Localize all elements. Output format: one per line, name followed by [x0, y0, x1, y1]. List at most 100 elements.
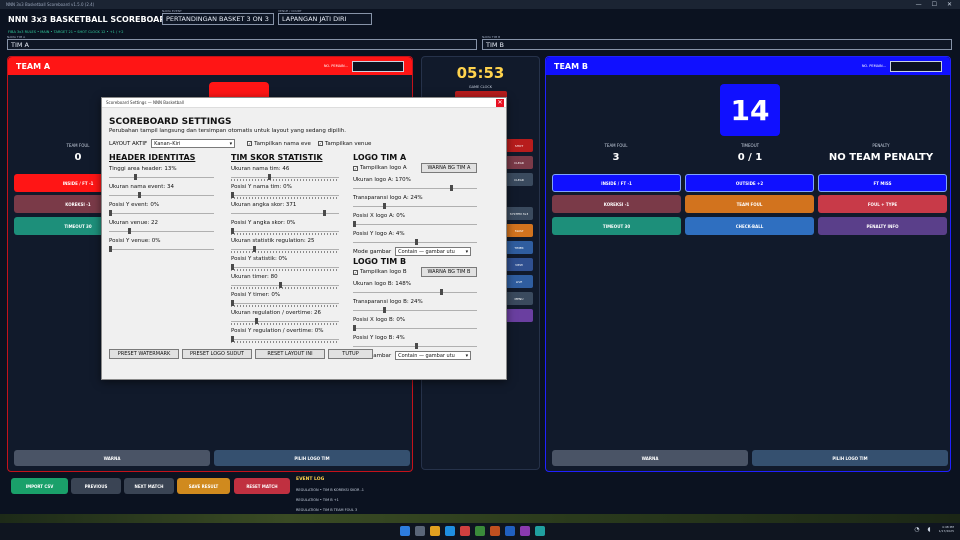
- reset-layout-button[interactable]: RESET LAYOUT INI: [255, 349, 325, 359]
- event-input[interactable]: PERTANDINGAN BASKET 3 ON 3: [162, 13, 274, 25]
- app-icon[interactable]: [505, 526, 515, 536]
- app-icon[interactable]: [520, 526, 530, 536]
- mid-button-menu[interactable]: MENU: [505, 292, 533, 305]
- tray-clock[interactable]: 4:48 PM 1/17/2025: [939, 525, 954, 533]
- slider-field: Posisi Y timer: 0%: [231, 292, 339, 307]
- maximize-button[interactable]: ☐: [932, 1, 937, 8]
- layout-label: LAYOUT AKTIF: [109, 140, 148, 147]
- team-b-inside-button[interactable]: INSIDE / FT -1: [552, 174, 681, 192]
- search-icon[interactable]: [415, 526, 425, 536]
- logo-b-color-button[interactable]: WARNA BG TIM B: [421, 267, 477, 277]
- mid-button-view[interactable]: VIEW: [505, 258, 533, 271]
- app-icon[interactable]: [490, 526, 500, 536]
- team-a-warna-button[interactable]: WARNA: [14, 450, 210, 466]
- mid-button-extra[interactable]: [505, 309, 533, 322]
- slider[interactable]: [109, 228, 214, 234]
- slider[interactable]: [231, 246, 339, 253]
- slider[interactable]: [231, 318, 339, 325]
- edge-icon[interactable]: [445, 526, 455, 536]
- slider-label: Posisi Y nama tim: 0%: [231, 184, 292, 190]
- dialog-close-icon[interactable]: ✕: [496, 98, 504, 107]
- slider[interactable]: [353, 239, 477, 245]
- slider[interactable]: [353, 221, 477, 227]
- mid-button-clear-2[interactable]: CLEAR: [505, 173, 533, 186]
- slider-field: Transparansi logo A: 24%: [353, 195, 477, 209]
- team-b-koreksi-button[interactable]: KOREKSI -1: [552, 195, 681, 213]
- slider[interactable]: [109, 192, 214, 198]
- import-csv-button[interactable]: IMPORT CSV: [11, 478, 68, 494]
- slider-label: Ukuran regulation / overtime: 26: [231, 310, 321, 316]
- show-event-checkbox[interactable]: ✓ Tampilkan nama eve: [247, 141, 311, 147]
- logo-b-mode-select[interactable]: Contain — gambar utu ▾: [395, 351, 472, 360]
- team-b-team-foul-button[interactable]: TEAM FOUL: [685, 195, 814, 213]
- slider-field: Ukuran angka skor: 371: [231, 202, 339, 216]
- team-a-player-label: NO. PEMAIN...: [323, 64, 348, 68]
- file-explorer-icon[interactable]: [430, 526, 440, 536]
- mid-button-timer[interactable]: TIMER: [505, 241, 533, 254]
- show-logo-b-checkbox[interactable]: ✓ Tampilkan logo B: [353, 269, 407, 275]
- team-a-player-input[interactable]: [352, 60, 404, 72]
- preset-watermark-button[interactable]: PRESET WATERMARK: [109, 349, 179, 359]
- slider[interactable]: [109, 246, 214, 252]
- slider[interactable]: [353, 325, 477, 331]
- mid-button-live[interactable]: LIVE: [505, 275, 533, 288]
- slider[interactable]: [109, 210, 214, 216]
- show-logo-a-label: Tampilkan logo A: [360, 165, 407, 171]
- next-match-button[interactable]: NEXT MATCH: [124, 478, 174, 494]
- team-b-check-ball-button[interactable]: CHECK-BALL: [685, 217, 814, 235]
- team-a-logo-button[interactable]: PILIH LOGO TIM: [214, 450, 410, 466]
- mid-button-system[interactable]: SYSTEM 3x3: [505, 207, 533, 220]
- close-window-button[interactable]: ✕: [947, 1, 952, 8]
- wifi-icon[interactable]: ◔: [914, 526, 919, 533]
- team-b-penalty-info-button[interactable]: PENALTY INFO: [818, 217, 947, 235]
- previous-button[interactable]: PREVIOUS: [71, 478, 121, 494]
- slider[interactable]: [353, 203, 477, 209]
- slider[interactable]: [231, 282, 339, 289]
- slider-label: Posisi Y timer: 0%: [231, 292, 281, 298]
- slider[interactable]: [231, 210, 339, 216]
- tutup-button[interactable]: TUTUP: [328, 349, 373, 359]
- team-b-player-label: NO. PEMAIN...: [861, 64, 886, 68]
- slider[interactable]: [353, 289, 477, 295]
- team-b-ft-miss-button[interactable]: FT MISS: [818, 174, 947, 192]
- app-icon[interactable]: [475, 526, 485, 536]
- logo-a-mode-select[interactable]: Contain — gambar utu ▾: [395, 247, 472, 256]
- windows-start-icon[interactable]: [400, 526, 410, 536]
- slider[interactable]: [231, 192, 339, 199]
- slider[interactable]: [353, 185, 477, 191]
- mid-button-swap[interactable]: SWAP: [505, 224, 533, 237]
- chrome-icon[interactable]: [460, 526, 470, 536]
- window-titlebar: NNN 3x3 Basketball Scoreboard v1.5.0 (2.…: [0, 0, 960, 9]
- slider[interactable]: [231, 264, 339, 271]
- slider[interactable]: [231, 174, 339, 181]
- slider[interactable]: [231, 228, 339, 235]
- venue-input[interactable]: LAPANGAN JATI DIRI: [278, 13, 372, 25]
- app-icon[interactable]: [535, 526, 545, 536]
- team-b-score[interactable]: 14: [720, 84, 780, 136]
- reset-match-button[interactable]: RESET MATCH: [234, 478, 290, 494]
- team-b-player-input[interactable]: [890, 60, 942, 72]
- show-venue-checkbox[interactable]: ✓ Tampilkan venue: [317, 141, 371, 147]
- save-result-button[interactable]: SAVE RESULT: [177, 478, 230, 494]
- show-logo-a-checkbox[interactable]: ✓ Tampilkan logo A: [353, 165, 407, 171]
- logo-a-color-button[interactable]: WARNA BG TIM A: [421, 163, 477, 173]
- volume-icon[interactable]: ◖: [927, 526, 930, 533]
- team-b-outside-button[interactable]: OUTSIDE +2: [685, 174, 814, 192]
- slider[interactable]: [109, 174, 214, 180]
- team-b-timeout-label: TIMEOUT: [740, 143, 760, 148]
- team-b-logo-button[interactable]: PILIH LOGO TIM: [752, 450, 948, 466]
- team-b-foul-type-button[interactable]: FOUL + TYPE: [818, 195, 947, 213]
- team-b-name-input[interactable]: TIM B: [482, 39, 952, 50]
- layout-select[interactable]: Kanan–Kiri ▾: [151, 139, 236, 148]
- mid-button-shot[interactable]: SHOT: [505, 139, 533, 152]
- mid-button-clear[interactable]: CLEAR: [505, 156, 533, 169]
- slider[interactable]: [353, 307, 477, 313]
- preset-logo-button[interactable]: PRESET LOGO SUDUT: [182, 349, 252, 359]
- team-score-section-title: TIM SKOR STATISTIK: [231, 153, 323, 162]
- team-b-timeout-button[interactable]: TIMEOUT 30: [552, 217, 681, 235]
- team-b-warna-button[interactable]: WARNA: [552, 450, 748, 466]
- slider[interactable]: [231, 336, 339, 343]
- slider[interactable]: [231, 300, 339, 307]
- team-a-name-input[interactable]: TIM A: [7, 39, 477, 50]
- minimize-button[interactable]: —: [916, 1, 922, 8]
